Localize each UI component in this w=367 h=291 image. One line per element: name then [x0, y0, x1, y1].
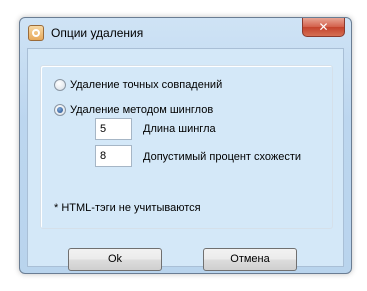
options-dialog: Опции удаления ✕ Удаление точных совпаде…	[19, 17, 352, 274]
title-bar[interactable]: Опции удаления ✕	[20, 18, 351, 48]
radio-exact-icon[interactable]	[54, 79, 66, 91]
radio-shingle-icon[interactable]	[54, 104, 66, 116]
cancel-button[interactable]: Отмена	[203, 248, 297, 271]
options-group: Удаление точных совпадений Удаление мето…	[40, 65, 333, 229]
app-icon	[28, 25, 44, 41]
html-tags-note: * HTML-тэги не учитываются	[54, 202, 201, 214]
close-button[interactable]: ✕	[302, 18, 345, 37]
shingle-length-label: Длина шингла	[143, 123, 216, 135]
dialog-body: Удаление точных совпадений Удаление мето…	[27, 48, 344, 271]
radio-exact-match[interactable]: Удаление точных совпадений	[54, 79, 222, 91]
similarity-input[interactable]	[95, 145, 132, 167]
window-title: Опции удаления	[51, 26, 144, 40]
shingle-length-input[interactable]	[95, 118, 132, 140]
radio-shingle-method[interactable]: Удаление методом шинглов	[54, 104, 213, 116]
ok-button[interactable]: Ok	[68, 248, 162, 271]
radio-exact-label: Удаление точных совпадений	[70, 79, 223, 91]
similarity-label: Допустимый процент схожести	[143, 151, 302, 163]
radio-shingle-label: Удаление методом шинглов	[70, 104, 214, 116]
